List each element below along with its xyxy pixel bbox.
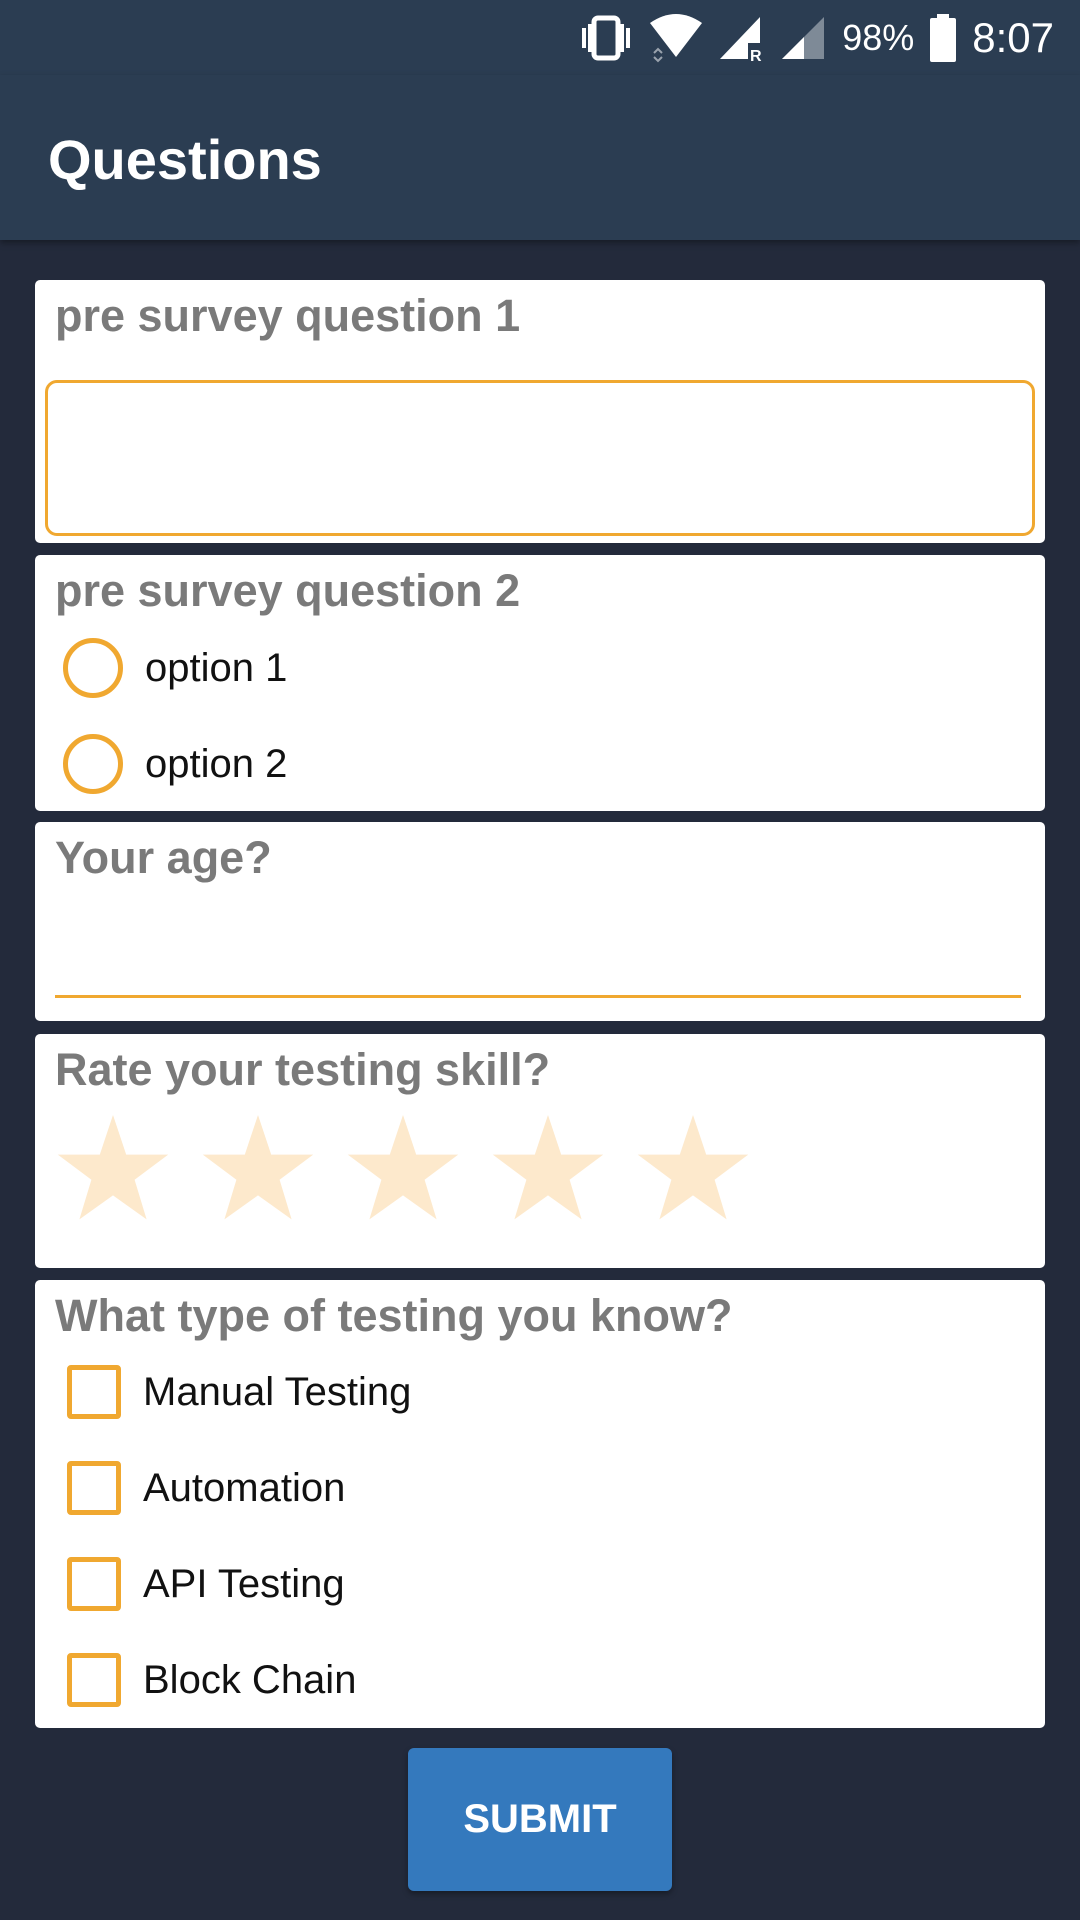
checkbox[interactable]	[67, 1365, 121, 1419]
checkbox[interactable]	[67, 1653, 121, 1707]
checkbox-option-4[interactable]: Block Chain	[55, 1645, 356, 1715]
question-card-1: pre survey question 1	[35, 280, 1045, 543]
radio-button[interactable]	[63, 734, 123, 794]
question-label: pre survey question 2	[55, 565, 521, 616]
option-label: option 2	[145, 741, 288, 786]
age-input-underline	[55, 995, 1021, 998]
question-card-5: What type of testing you know? Manual Te…	[35, 1280, 1045, 1728]
age-input[interactable]	[55, 912, 1021, 992]
checkbox[interactable]	[67, 1461, 121, 1515]
star-rating[interactable]	[53, 1109, 753, 1229]
question-label: Rate your testing skill?	[55, 1044, 551, 1095]
question-label: pre survey question 1	[55, 290, 521, 341]
vibrate-icon	[582, 15, 631, 60]
status-bar: R 98% 8:07	[0, 0, 1080, 75]
battery-percent: 98%	[842, 16, 915, 58]
radio-button[interactable]	[63, 638, 123, 698]
clock: 8:07	[972, 13, 1054, 61]
star-icon[interactable]	[343, 1109, 463, 1229]
star-icon[interactable]	[198, 1109, 318, 1229]
option-label: Automation	[143, 1465, 346, 1510]
star-icon[interactable]	[53, 1109, 173, 1229]
question-card-3: Your age?	[35, 822, 1045, 1021]
option-label: Block Chain	[143, 1657, 357, 1702]
page-title: Questions	[48, 128, 322, 191]
question-label: Your age?	[55, 832, 272, 883]
star-icon[interactable]	[633, 1109, 753, 1229]
submit-button[interactable]: SUBMIT	[408, 1748, 672, 1891]
question-card-2: pre survey question 2 option 1 option 2	[35, 555, 1045, 811]
option-label: option 1	[145, 645, 288, 690]
option-label: Manual Testing	[143, 1369, 412, 1414]
option-label: API Testing	[143, 1561, 345, 1606]
wifi-icon	[650, 13, 703, 62]
app-bar: Questions	[0, 75, 1080, 240]
signal-icon	[782, 16, 825, 59]
question-label: What type of testing you know?	[55, 1290, 733, 1341]
checkbox-option-2[interactable]: Automation	[55, 1453, 345, 1523]
checkbox[interactable]	[67, 1557, 121, 1611]
question-card-4: Rate your testing skill?	[35, 1034, 1045, 1268]
star-icon[interactable]	[488, 1109, 608, 1229]
answer-textarea[interactable]	[45, 380, 1035, 536]
checkbox-option-3[interactable]: API Testing	[55, 1549, 345, 1619]
signal-roaming-icon: R	[720, 16, 762, 63]
svg-text:R: R	[750, 48, 762, 63]
radio-option-2[interactable]: option 2	[55, 729, 287, 799]
radio-option-1[interactable]: option 1	[55, 633, 287, 703]
checkbox-option-1[interactable]: Manual Testing	[55, 1357, 411, 1427]
battery-icon	[930, 13, 957, 62]
